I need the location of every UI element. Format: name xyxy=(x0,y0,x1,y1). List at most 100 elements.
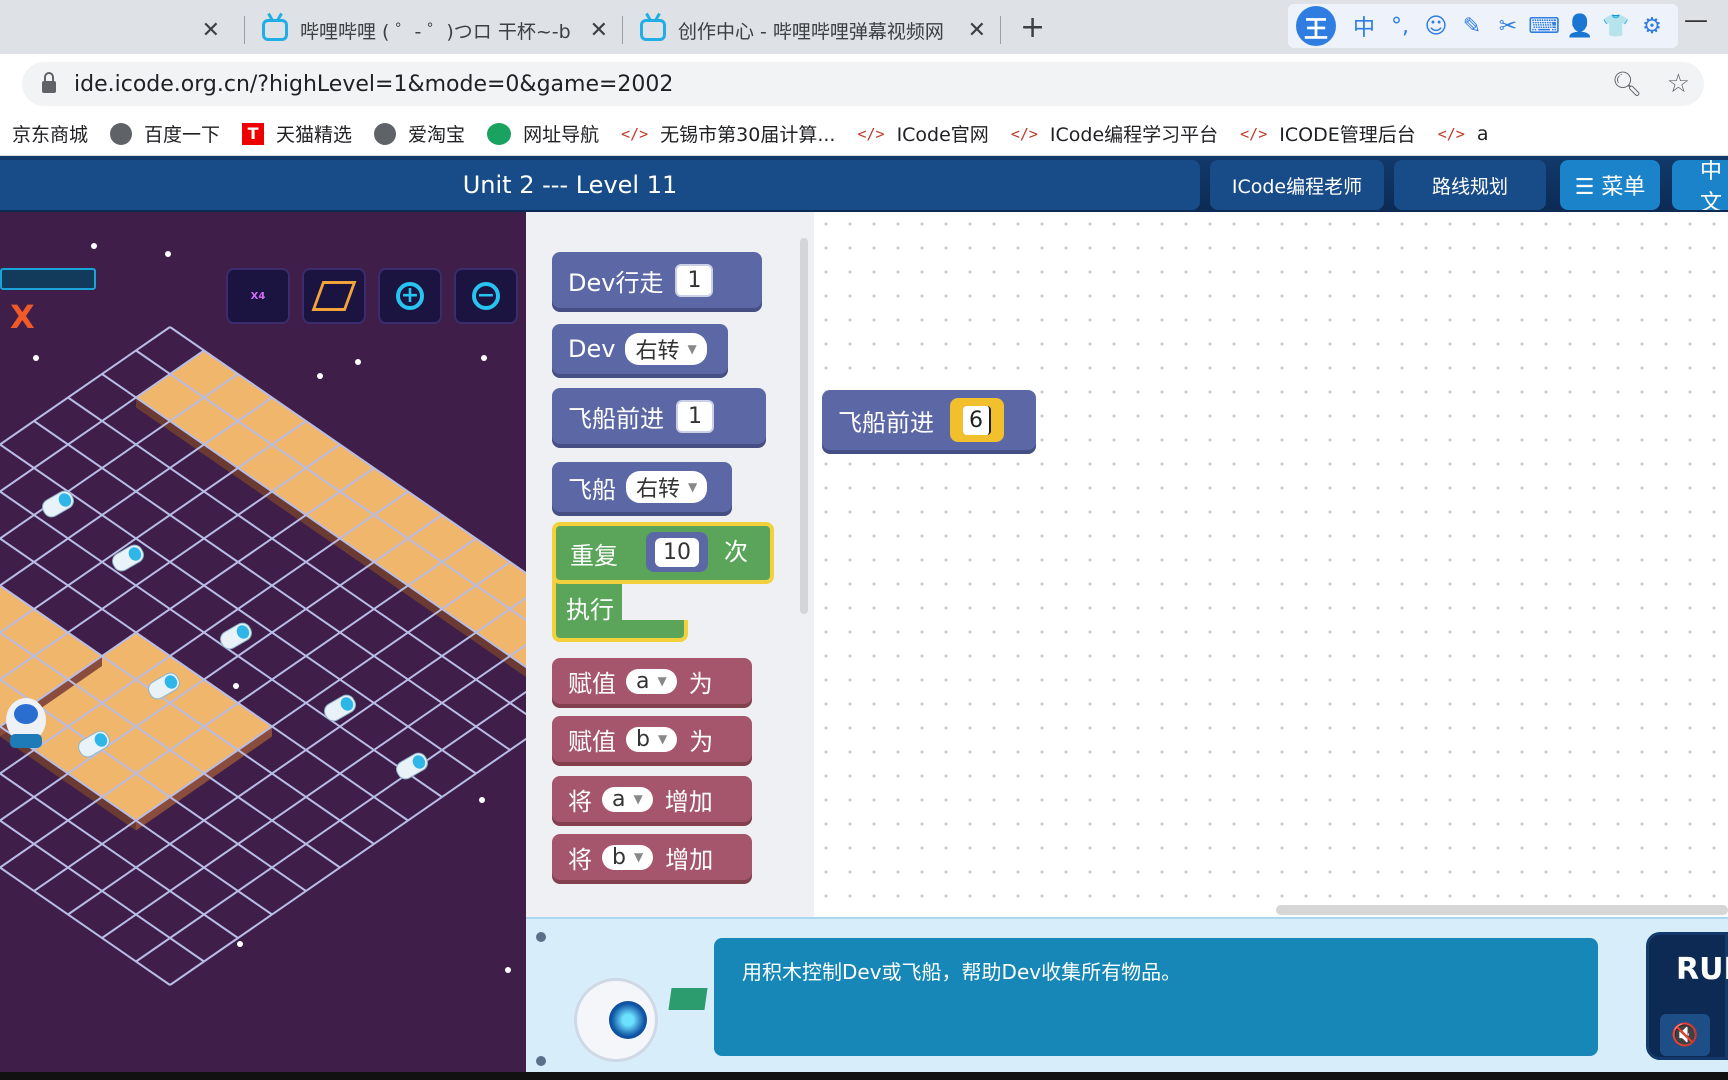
mute-icon: 🔇 xyxy=(1671,1022,1699,1048)
block-increase-b-var[interactable]: b ▼ xyxy=(602,844,654,870)
game-header: Unit 2 --- Level 11 ICode编程老师 路线规划 ☰ 菜单 … xyxy=(0,156,1728,212)
flag-icon xyxy=(668,988,708,1010)
browser-tabbar: ✕ 哔哩哔哩 ( ゜- ゜)つロ 干杯~-bilib ✕ 创作中心 - 哔哩哔哩… xyxy=(0,0,1728,54)
block-dev-walk[interactable]: Dev行走 1 xyxy=(552,252,762,308)
toolbox-scrollbar[interactable] xyxy=(800,238,808,614)
dropdown-arrow-icon: ▼ xyxy=(633,850,644,864)
block-repeat-count[interactable]: 10 xyxy=(646,532,708,572)
bookmarks-bar: 京东商城 百度一下 T 天猫精选 爱淘宝 网址导航 </> 无锡市第30届计算...… xyxy=(0,112,1728,156)
ime-logo-icon[interactable]: 王 xyxy=(1296,6,1336,46)
workspace-scrollbar[interactable] xyxy=(1276,905,1728,915)
block-repeat[interactable]: 重复 10 次 执行 xyxy=(552,522,774,642)
bookmark-icode-platform[interactable]: </> ICode编程学习平台 xyxy=(1011,120,1218,147)
ime-chinese-icon[interactable]: 中 xyxy=(1346,10,1382,42)
block-assign-a[interactable]: 赋值 a ▼ 为 xyxy=(552,658,752,704)
run-button[interactable]: RUN xyxy=(1676,952,1728,987)
menu-button[interactable]: ☰ 菜单 xyxy=(1560,160,1660,210)
workspace-block-value-input[interactable]: 6 xyxy=(950,398,1004,442)
block-increase-a-var[interactable]: a ▼ xyxy=(602,786,653,812)
ime-punctuation-icon[interactable]: °, xyxy=(1382,14,1418,39)
globe-icon xyxy=(374,122,397,145)
level-title: Unit 2 --- Level 11 xyxy=(0,160,1200,210)
block-assign-a-var[interactable]: a ▼ xyxy=(626,668,677,694)
workspace-block-ship-forward[interactable]: 飞船前进 6 xyxy=(822,390,1036,450)
bilibili-icon xyxy=(262,19,288,41)
block-assign-b[interactable]: 赋值 b ▼ 为 xyxy=(552,716,752,762)
ime-toolbar: 王 中 °, ☺ ✎ ✂ ⌨ 👤 👕 ⚙ xyxy=(1288,4,1678,48)
code-workspace[interactable] xyxy=(814,212,1728,917)
block-assign-b-var[interactable]: b ▼ xyxy=(626,726,678,752)
ime-emoji-icon[interactable]: ☺ xyxy=(1418,14,1454,39)
zoom-in-button[interactable]: + xyxy=(378,268,442,324)
mute-button[interactable]: 🔇 xyxy=(1660,1014,1710,1056)
dev-character xyxy=(6,698,46,748)
nav-icon xyxy=(487,122,512,145)
tab-separator xyxy=(1000,16,1001,44)
dropdown-arrow-icon: ▼ xyxy=(687,342,697,356)
block-dev-turn[interactable]: Dev 右转 ▼ xyxy=(552,324,728,374)
speed-x4-icon: X4 xyxy=(250,290,266,302)
game-stage[interactable]: X X4 + − xyxy=(0,212,526,1080)
ime-keyboard-icon[interactable]: ⌨ xyxy=(1526,14,1562,39)
isometric-grid xyxy=(0,326,526,986)
block-increase-b[interactable]: 将 b ▼ 增加 xyxy=(552,834,752,880)
tab-bilibili[interactable]: 哔哩哔哩 ( ゜- ゜)つロ 干杯~-bilib ✕ xyxy=(248,6,622,54)
bookmark-icode-official[interactable]: </> ICode官网 xyxy=(857,120,988,147)
block-dev-walk-value[interactable]: 1 xyxy=(675,263,714,297)
tab-previous[interactable]: ✕ xyxy=(0,6,234,54)
dropdown-arrow-icon: ▼ xyxy=(657,674,667,688)
zoom-icon[interactable]: 🔍︎ xyxy=(1612,70,1642,98)
progress-bar xyxy=(0,268,96,290)
block-dev-turn-dropdown[interactable]: 右转 ▼ xyxy=(625,333,707,365)
teacher-button[interactable]: ICode编程老师 xyxy=(1210,160,1384,210)
block-ship-turn-dropdown[interactable]: 右转 ▼ xyxy=(626,471,708,503)
robot-avatar xyxy=(574,978,658,1062)
ime-settings-icon[interactable]: ⚙ xyxy=(1634,14,1670,39)
url-text[interactable]: ide.icode.org.cn/?highLevel=1&mode=0&gam… xyxy=(74,72,673,97)
address-bar[interactable]: ide.icode.org.cn/?highLevel=1&mode=0&gam… xyxy=(22,62,1704,106)
globe-icon xyxy=(110,122,133,145)
bookmark-a[interactable]: </> a xyxy=(1438,123,1489,145)
close-icon[interactable]: ✕ xyxy=(968,18,986,43)
bookmark-icode-admin[interactable]: </> ICODE管理后台 xyxy=(1240,120,1416,147)
tmall-icon: T xyxy=(242,122,265,145)
language-button[interactable]: 中文 xyxy=(1672,160,1728,210)
code-icon: </> xyxy=(1240,124,1268,143)
block-ship-forward-value[interactable]: 1 xyxy=(676,399,714,433)
code-icon: </> xyxy=(857,124,885,143)
route-plan-button[interactable]: 路线规划 xyxy=(1394,160,1546,210)
new-tab-button[interactable]: + xyxy=(1020,10,1045,45)
ime-skin-icon[interactable]: 👕 xyxy=(1598,14,1634,39)
map-button[interactable] xyxy=(302,268,366,324)
zoom-out-button[interactable]: − xyxy=(454,268,518,324)
map-icon xyxy=(311,281,357,311)
ime-user-icon[interactable]: 👤 xyxy=(1562,14,1598,39)
close-icon[interactable]: ✕ xyxy=(590,18,608,43)
bookmark-baidu[interactable]: 百度一下 xyxy=(110,120,220,147)
tab-separator xyxy=(244,16,245,44)
dropdown-arrow-icon: ▼ xyxy=(688,480,698,494)
bookmark-jd[interactable]: 京东商城 xyxy=(12,120,88,147)
stage-map xyxy=(0,243,526,986)
code-icon: </> xyxy=(1010,124,1038,143)
code-icon: </> xyxy=(621,124,649,143)
block-ship-turn[interactable]: 飞船 右转 ▼ xyxy=(552,462,732,512)
bookmark-nav[interactable]: 网址导航 xyxy=(487,120,599,147)
bookmark-aitaobao[interactable]: 爱淘宝 xyxy=(374,120,465,147)
zoom-out-icon: − xyxy=(472,282,500,310)
ime-scissors-icon[interactable]: ✂ xyxy=(1490,14,1526,39)
block-ship-forward[interactable]: 飞船前进 1 xyxy=(552,388,766,444)
bookmark-wuxi[interactable]: </> 无锡市第30届计算... xyxy=(621,120,835,147)
minimize-button[interactable]: — xyxy=(1684,6,1708,34)
bookmark-star-icon[interactable]: ☆ xyxy=(1667,69,1690,99)
panel-rivet xyxy=(536,1056,546,1066)
tab-creator-center[interactable]: 创作中心 - 哔哩哔哩弹幕视频网 ✕ xyxy=(626,6,1000,54)
x-marker: X xyxy=(10,298,35,336)
block-increase-a[interactable]: 将 a ▼ 增加 xyxy=(552,776,752,822)
speed-button[interactable]: X4 xyxy=(226,268,290,324)
ime-handwrite-icon[interactable]: ✎ xyxy=(1454,14,1490,39)
close-icon[interactable]: ✕ xyxy=(202,18,220,43)
lock-icon[interactable] xyxy=(42,72,56,93)
bookmark-tmall[interactable]: T 天猫精选 xyxy=(242,120,352,147)
dropdown-arrow-icon: ▼ xyxy=(657,732,668,746)
